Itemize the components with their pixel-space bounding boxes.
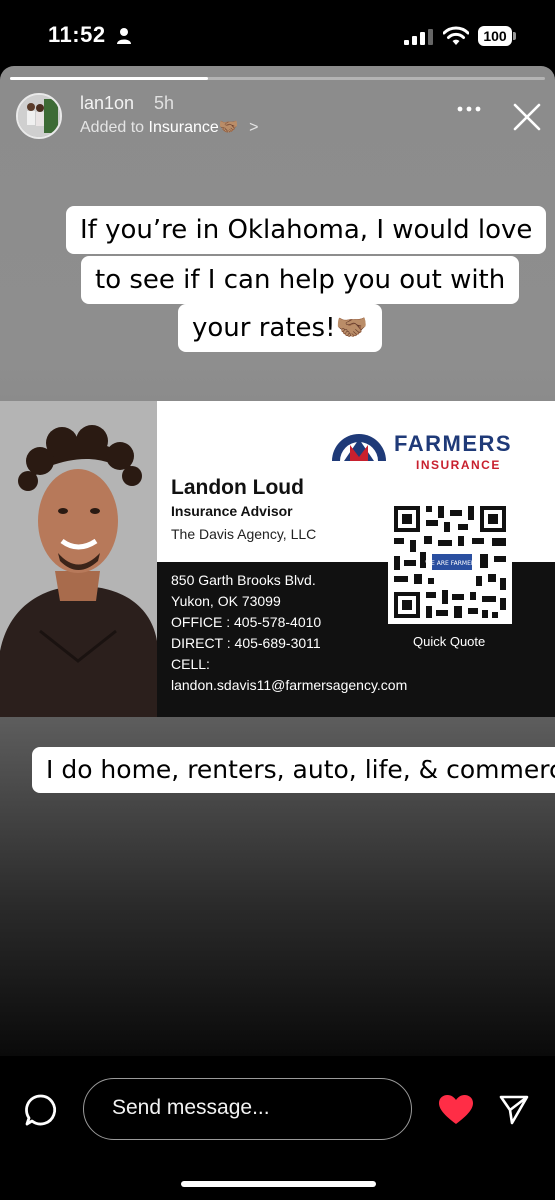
story-view[interactable]: lan1on 5h Added to Insurance🤝🏽 > If you’… [0, 66, 555, 1056]
card-address-1: 850 Garth Brooks Blvd. [171, 572, 316, 588]
highlight-name: Insurance [148, 119, 219, 136]
highlight-emoji: 🤝🏽 [218, 119, 239, 136]
farmers-logo-subtext: INSURANCE [416, 458, 501, 472]
story-username[interactable]: lan1on [80, 93, 134, 114]
more-icon[interactable] [456, 104, 482, 114]
status-bar: 11:52 100 [0, 0, 555, 66]
heart-icon[interactable] [438, 1094, 474, 1126]
business-card-image: FARMERS INSURANCE Landon Loud Insurance … [0, 401, 555, 717]
card-address-2: Yukon, OK 73099 [171, 593, 281, 609]
card-email: landon.sdavis11@farmersagency.com [171, 677, 408, 693]
send-icon[interactable] [498, 1093, 530, 1125]
card-title: Insurance Advisor [171, 503, 293, 519]
agent-photo [0, 401, 157, 717]
send-message-placeholder: Send message... [112, 1096, 270, 1119]
qr-badge-text: WE ARE FARMERS [425, 560, 479, 567]
qr-label: Quick Quote [413, 634, 486, 649]
card-office: OFFICE : 405-578-4010 [171, 614, 322, 630]
farmers-logo-text: FARMERS [394, 431, 513, 456]
highlight-link[interactable]: Added to Insurance🤝🏽 > [80, 117, 259, 137]
caption-line-2: to see if I can help you out with [81, 256, 520, 304]
wifi-icon [443, 26, 469, 45]
caption-services: I do home, renters, auto, life, & commer… [32, 747, 555, 793]
avatar[interactable] [16, 93, 62, 139]
signal-icon [404, 29, 433, 45]
chevron-right-icon: > [249, 119, 259, 136]
caption-line-3: your rates!🤝🏽 [178, 304, 382, 352]
added-to-prefix: Added to [80, 119, 145, 136]
card-cell: CELL: [171, 656, 210, 672]
caption-line-1: If you’re in Oklahoma, I would love [66, 206, 547, 254]
battery-level: 100 [478, 26, 512, 46]
card-direct: DIRECT : 405-689-3011 [171, 635, 321, 651]
story-progress-bar [10, 77, 545, 80]
close-icon[interactable] [512, 102, 542, 132]
farmers-logo-icon [332, 434, 386, 461]
card-name: Landon Loud [171, 476, 304, 499]
story-time-ago: 5h [154, 93, 175, 113]
chat-icon[interactable] [24, 1093, 58, 1127]
qr-code: WE ARE FARMERS [388, 500, 512, 624]
home-indicator[interactable] [181, 1181, 376, 1187]
status-time: 11:52 [48, 22, 106, 47]
card-agency: The Davis Agency, LLC [171, 526, 317, 542]
story-progress-fill [10, 77, 208, 80]
battery-icon: 100 [478, 26, 518, 48]
person-icon [117, 28, 131, 44]
